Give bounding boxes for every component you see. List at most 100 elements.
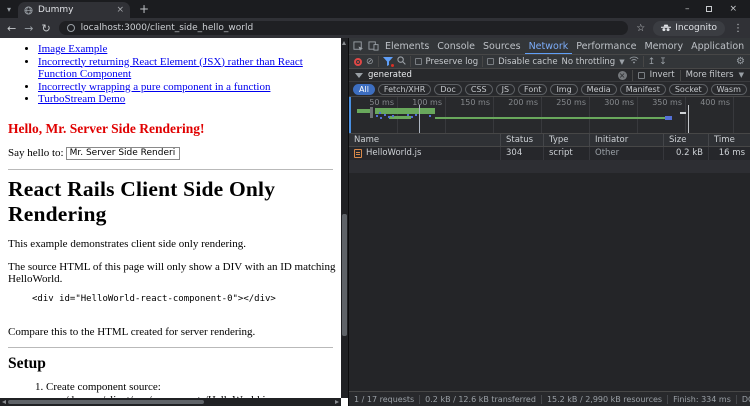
export-har-icon[interactable]: ↧ [659, 57, 667, 67]
column-header-status[interactable]: Status [501, 134, 544, 146]
tab-search-chevron-icon[interactable]: ▾ [0, 5, 18, 14]
divider [410, 56, 411, 67]
disable-cache-label[interactable]: Disable cache [498, 57, 557, 67]
chip-js[interactable]: JS [496, 84, 515, 95]
chip-css[interactable]: CSS [465, 84, 493, 95]
throttling-select[interactable]: No throttling [562, 57, 616, 67]
request-name[interactable]: HelloWorld.js [366, 147, 421, 160]
browser-toolbar: ← → ↻ localhost:3000/client_side_hello_w… [0, 18, 750, 38]
timeline-gridline [541, 97, 542, 133]
disable-cache-checkbox[interactable] [487, 58, 494, 65]
timeline-selection-edge[interactable] [349, 97, 351, 133]
tab-network[interactable]: Network [525, 38, 573, 55]
import-har-icon[interactable]: ↥ [648, 57, 656, 67]
waterfall-dot [380, 117, 382, 119]
tab-performance[interactable]: Performance [572, 38, 640, 55]
tab-close-icon[interactable]: × [116, 5, 124, 15]
list-item: Incorrectly returning React Element (JSX… [38, 56, 341, 81]
horizontal-scroll-thumb[interactable] [8, 400, 204, 404]
browser-menu-icon[interactable]: ⋮ [733, 23, 743, 34]
list-item: Incorrectly wrapping a pure component in… [38, 81, 341, 94]
chip-manifest[interactable]: Manifest [620, 84, 666, 95]
link-incorrect-jsx[interactable]: Incorrectly returning React Element (JSX… [38, 56, 303, 81]
vertical-scroll-thumb[interactable] [342, 214, 347, 336]
invert-label[interactable]: Invert [650, 70, 675, 80]
divider [8, 347, 333, 348]
clear-network-log-icon[interactable]: ⊘ [366, 57, 374, 67]
vertical-scrollbar[interactable] [341, 38, 348, 398]
search-icon[interactable] [397, 56, 406, 68]
network-conditions-icon[interactable] [629, 56, 639, 67]
chip-media[interactable]: Media [581, 84, 617, 95]
url-text[interactable]: localhost:3000/client_side_hello_world [81, 23, 254, 33]
inspect-element-icon[interactable] [351, 41, 366, 52]
timeline-gridline [445, 97, 446, 133]
new-tab-button[interactable]: + [139, 2, 149, 16]
chevron-down-icon[interactable]: ▼ [739, 71, 744, 79]
network-overview-timeline[interactable]: 50 ms 100 ms 150 ms 200 ms 250 ms 300 ms… [349, 97, 750, 134]
divider [632, 70, 633, 81]
site-info-icon[interactable] [67, 24, 75, 32]
address-bar[interactable]: localhost:3000/client_side_hello_world [59, 21, 629, 35]
column-header-type[interactable]: Type [544, 134, 590, 146]
network-settings-icon[interactable]: ⚙ [736, 56, 745, 67]
requests-table-header: Name Status Type Initiator Size Time [349, 134, 750, 147]
horizontal-scrollbar[interactable] [0, 398, 341, 406]
bookmark-star-icon[interactable]: ☆ [636, 23, 645, 34]
invert-checkbox[interactable] [638, 72, 645, 79]
chip-img[interactable]: Img [550, 84, 577, 95]
waterfall-end-tip [665, 116, 672, 120]
reload-icon[interactable]: ↻ [41, 23, 50, 34]
load-event-line [688, 105, 689, 133]
chip-socket[interactable]: Socket [669, 84, 708, 95]
column-header-size[interactable]: Size [664, 134, 709, 146]
link-incorrect-wrapping[interactable]: Incorrectly wrapping a pure component in… [38, 81, 270, 93]
link-image-example[interactable]: Image Example [38, 43, 107, 55]
tab-sources[interactable]: Sources [479, 38, 525, 55]
minimize-icon[interactable]: – [685, 4, 690, 14]
chevron-down-icon[interactable]: ▼ [619, 58, 624, 66]
code-snippet-div: <div id="HelloWorld-react-component-0"><… [32, 294, 341, 304]
tab-console[interactable]: Console [433, 38, 479, 55]
column-header-name[interactable]: Name [349, 134, 501, 146]
devtools-tab-bar: Elements Console Sources Network Perform… [349, 38, 750, 55]
page-content: Image Example Incorrectly returning Reac… [0, 38, 341, 398]
filter-icon[interactable] [383, 57, 393, 66]
clear-filter-icon[interactable]: × [618, 71, 627, 80]
name-input[interactable] [66, 147, 180, 160]
preserve-log-checkbox[interactable] [415, 58, 422, 65]
tab-memory[interactable]: Memory [640, 38, 687, 55]
scroll-left-icon[interactable] [2, 400, 6, 404]
link-turbostream-demo[interactable]: TurboStream Demo [38, 93, 125, 105]
waterfall-dot [407, 114, 409, 116]
chip-doc[interactable]: Doc [434, 84, 461, 95]
back-icon[interactable]: ← [7, 23, 16, 34]
preserve-log-label[interactable]: Preserve log [426, 57, 479, 67]
more-filters-button[interactable]: More filters [686, 70, 734, 80]
filter-input[interactable]: generated [368, 70, 613, 80]
timeline-gridline [589, 97, 590, 133]
scroll-right-icon[interactable] [335, 400, 339, 404]
column-header-time[interactable]: Time [709, 134, 750, 146]
tab-application[interactable]: Application [687, 38, 748, 55]
chip-wasm[interactable]: Wasm [711, 84, 747, 95]
domcontentloaded-time: DOMContentLoaded: 72 ms [737, 395, 750, 404]
restore-icon[interactable] [706, 6, 712, 12]
tab-elements[interactable]: Elements [381, 38, 433, 55]
request-name-cell[interactable]: HelloWorld.js [349, 147, 501, 160]
device-toolbar-icon[interactable] [366, 41, 381, 51]
browser-tab[interactable]: Dummy × [18, 2, 130, 18]
column-header-initiator[interactable]: Initiator [590, 134, 664, 146]
request-initiator[interactable]: Other [590, 147, 664, 160]
waterfall-dot [388, 116, 390, 118]
chip-all[interactable]: All [353, 84, 375, 95]
forward-icon[interactable]: → [24, 23, 33, 34]
chip-font[interactable]: Font [518, 84, 547, 95]
chip-fetch-xhr[interactable]: Fetch/XHR [378, 84, 431, 95]
window-close-icon[interactable]: × [729, 4, 737, 14]
record-network-log-icon[interactable] [354, 58, 362, 66]
waterfall-dot [392, 115, 394, 117]
request-row[interactable]: HelloWorld.js 304 script Other 0.2 kB 16… [349, 147, 750, 160]
scroll-up-icon[interactable] [342, 41, 346, 45]
page-title: React Rails Client Side Only Rendering [8, 177, 341, 227]
